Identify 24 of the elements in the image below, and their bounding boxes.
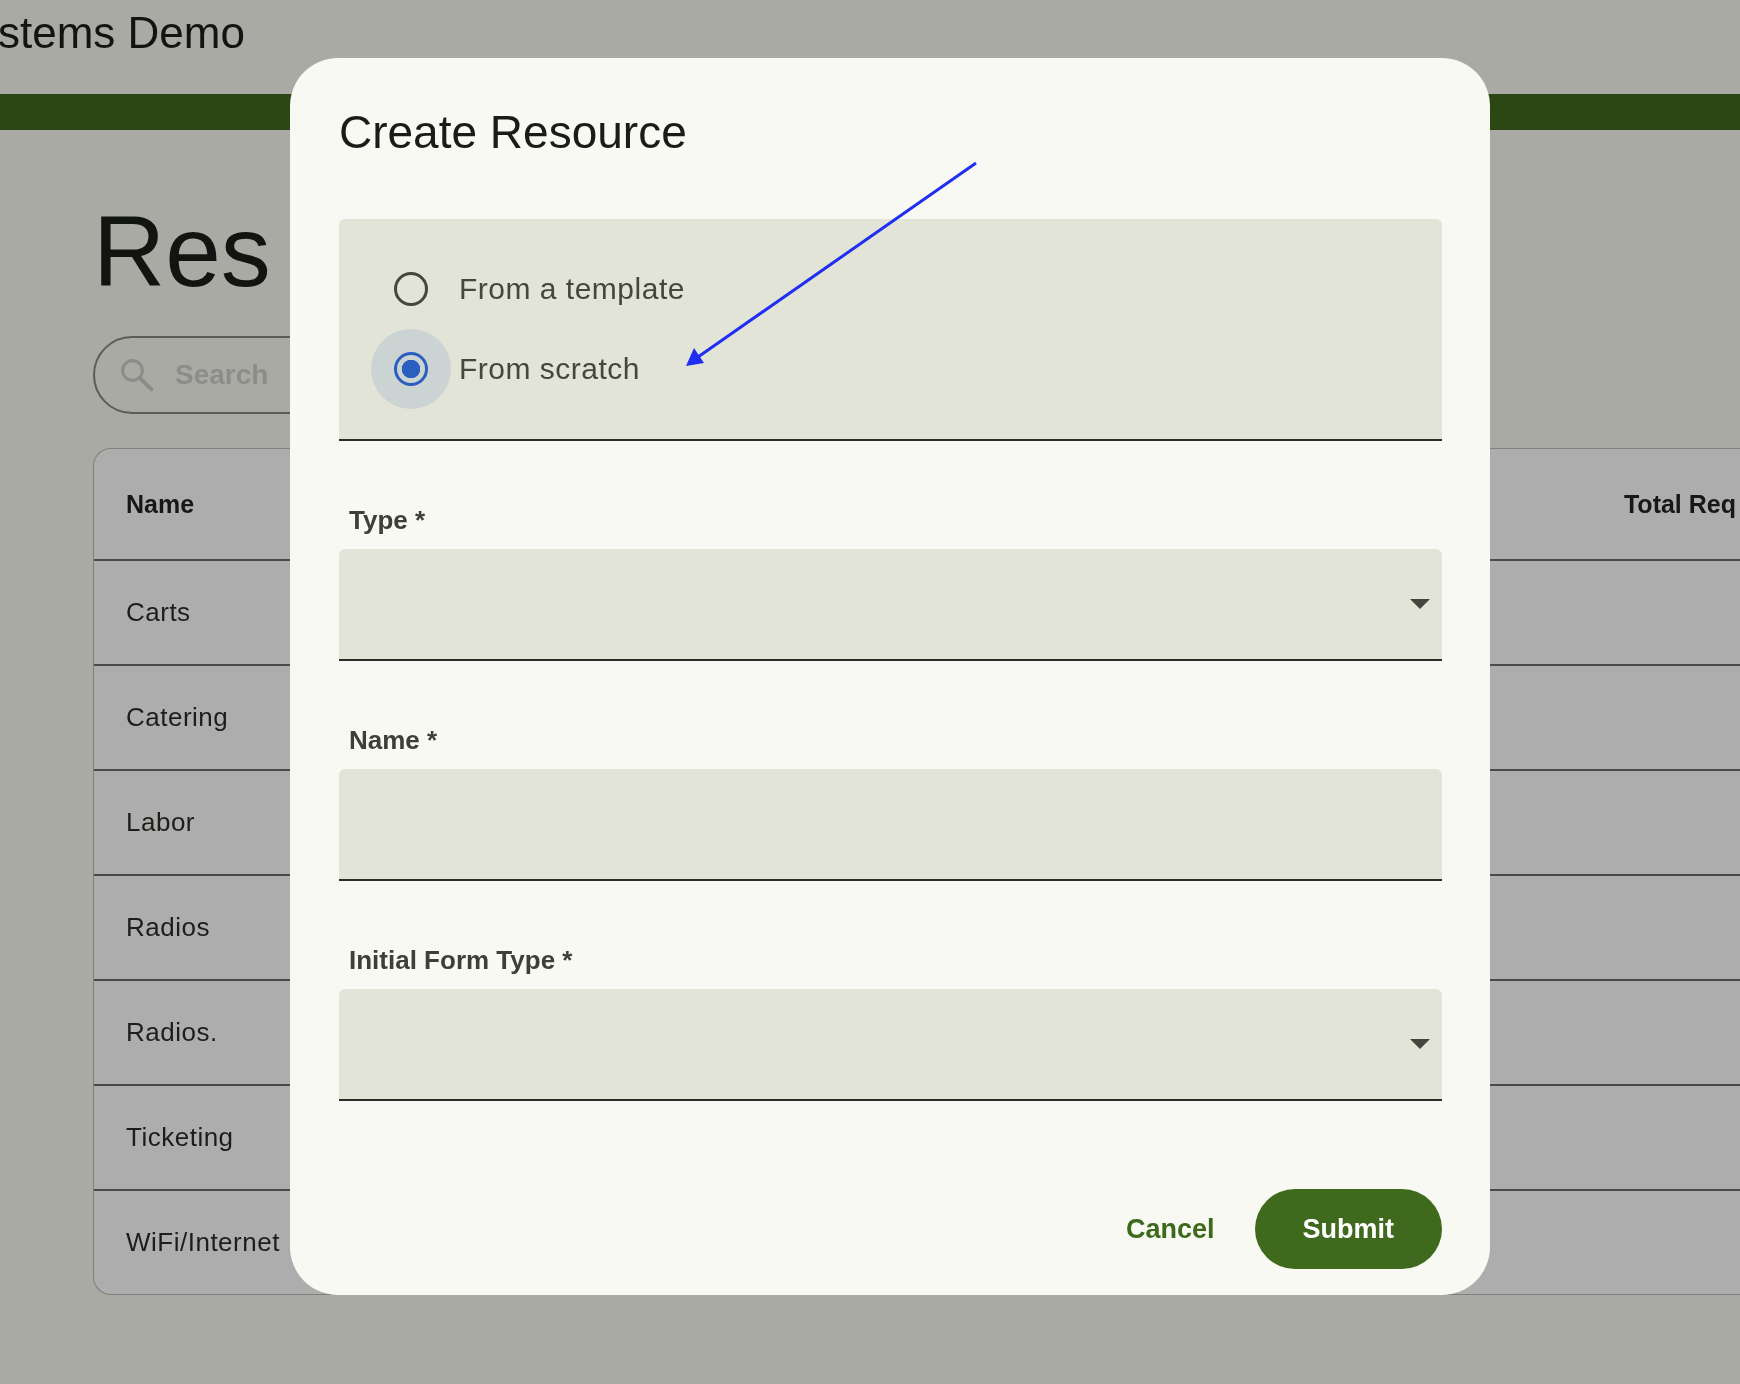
radio-label[interactable]: From scratch	[459, 352, 641, 386]
select-field[interactable]	[339, 989, 1442, 1101]
field-label: Initial Form Type *	[348, 944, 573, 977]
cancel-button[interactable]: Cancel	[1121, 1203, 1219, 1255]
table-cell-text: Radios.	[125, 1017, 218, 1048]
select-field[interactable]	[339, 549, 1442, 661]
table-cell-text: Catering	[125, 702, 229, 733]
dialog-title: Create Resource	[339, 105, 687, 160]
page-heading: Res	[93, 196, 271, 306]
column-header: Total Req	[1623, 489, 1737, 519]
submit-button[interactable]: Submit	[1254, 1189, 1442, 1269]
table-cell-text: Ticketing	[125, 1122, 234, 1153]
field-label: Name *	[348, 724, 438, 757]
table-cell-text: Labor	[125, 807, 195, 838]
caret-icon	[1410, 599, 1430, 609]
input-field[interactable]	[339, 769, 1442, 881]
column-header: Name	[125, 489, 195, 519]
table-cell-text: WiFi/Internet	[125, 1227, 280, 1258]
caret-icon	[1410, 1039, 1430, 1049]
field-label: Type *	[348, 504, 426, 537]
radio-label[interactable]: From a template	[459, 272, 685, 306]
search-icon	[119, 357, 155, 393]
table-cell-text: Carts	[125, 597, 191, 628]
table-cell-text: Radios	[125, 912, 210, 943]
